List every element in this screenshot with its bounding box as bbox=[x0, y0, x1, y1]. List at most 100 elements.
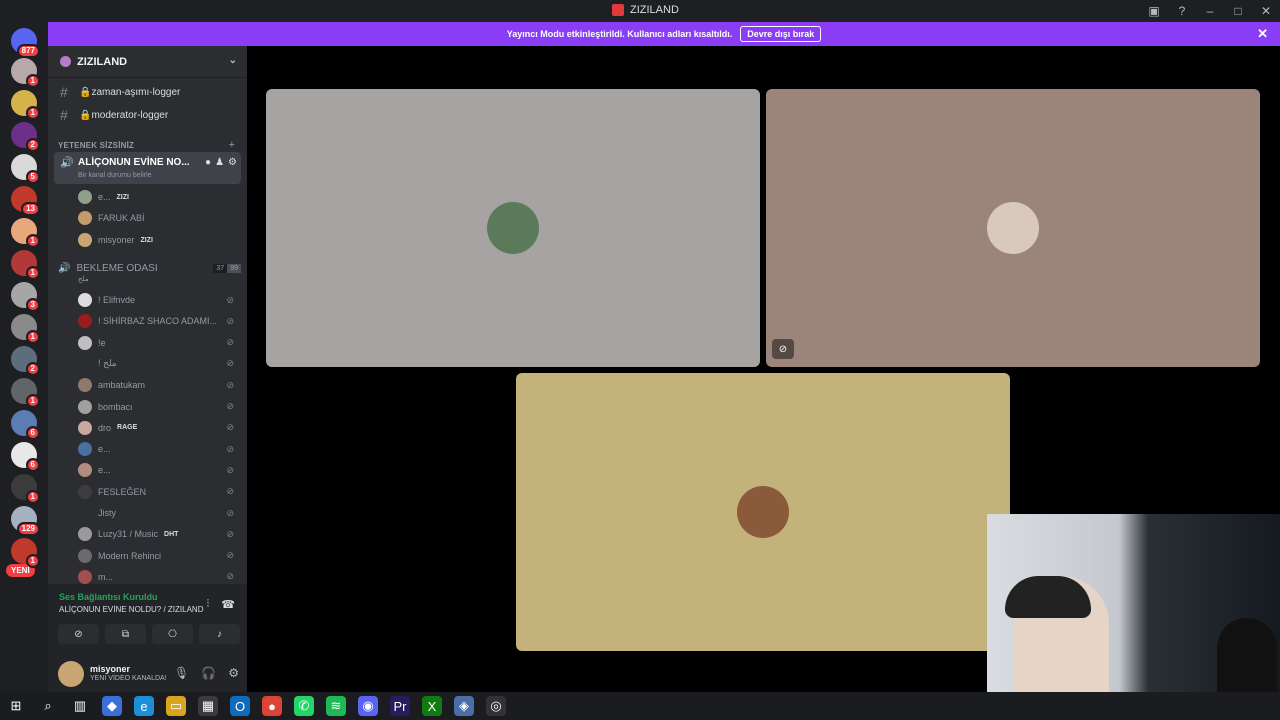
server-icon[interactable]: 1 bbox=[11, 538, 40, 568]
server-icon[interactable]: 1 bbox=[11, 378, 40, 408]
task-view-icon[interactable]: ▥ bbox=[70, 696, 90, 716]
help-icon[interactable]: ? bbox=[1168, 4, 1196, 18]
connected-channel[interactable]: ALİÇONUN EVİNE NOLDU? / ZIZILAND bbox=[59, 605, 203, 614]
server-icon[interactable]: 5 bbox=[11, 154, 40, 184]
server-icon[interactable]: 13 bbox=[11, 186, 40, 216]
voice-member[interactable]: ! Elifnvde ⊘ bbox=[78, 291, 238, 309]
avatar bbox=[487, 202, 539, 254]
whatsapp-icon[interactable]: ✆ bbox=[294, 696, 314, 716]
participant-tile[interactable] bbox=[516, 373, 1010, 651]
app-icon[interactable]: ◈ bbox=[454, 696, 474, 716]
store-icon[interactable]: ▦ bbox=[198, 696, 218, 716]
home-button[interactable]: 877 bbox=[11, 28, 40, 58]
gear-icon[interactable]: ⚙ bbox=[228, 157, 237, 168]
chrome-icon[interactable]: ● bbox=[262, 696, 282, 716]
voice-member[interactable]: Luzy31 / Music DHT ⊘ bbox=[78, 525, 238, 543]
voice-member[interactable]: ambatukam ⊘ bbox=[78, 376, 238, 394]
search-icon[interactable]: ⌕ bbox=[38, 696, 58, 716]
channel-status[interactable]: Bir kanal durumu belirle bbox=[78, 172, 152, 179]
taskbar: ⊞ ⌕ ▥ ◆ e ▭ ▦ O ● ✆ ≋ ◉ Pr X ◈ ◎ bbox=[0, 692, 1280, 720]
server-icon[interactable]: 1 bbox=[11, 474, 40, 504]
disable-streamer-mode-button[interactable]: Devre dışı bırak bbox=[740, 26, 822, 42]
server-icon[interactable]: 2 bbox=[11, 122, 40, 152]
window-title-text: ZIZILAND bbox=[630, 4, 679, 16]
disconnect-icon[interactable]: ☎ bbox=[221, 598, 235, 611]
chat-icon[interactable]: ● bbox=[205, 157, 211, 168]
premiere-icon[interactable]: Pr bbox=[390, 696, 410, 716]
voice-member[interactable]: ! SİHİRBAZ SHACO ADAMI... ⊘ bbox=[78, 312, 238, 330]
voice-member[interactable]: Jisty ⊘ bbox=[78, 504, 238, 522]
edge-icon[interactable]: e bbox=[134, 696, 154, 716]
obs-icon[interactable]: ◎ bbox=[486, 696, 506, 716]
voice-member[interactable]: bombacı ⊘ bbox=[78, 398, 238, 416]
microphone-icon[interactable]: 🎙 bbox=[174, 666, 189, 680]
voice-member[interactable]: e... ⊘ bbox=[78, 461, 238, 479]
file-explorer-icon[interactable]: ▭ bbox=[166, 696, 186, 716]
windows-start-icon[interactable]: ⊞ bbox=[6, 696, 26, 716]
server-icon[interactable]: 1 bbox=[11, 250, 40, 280]
member-tag: RAGE bbox=[117, 424, 138, 432]
voice-member[interactable]: !e ⊘ bbox=[78, 334, 238, 352]
spotify-icon[interactable]: ≋ bbox=[326, 696, 346, 716]
avatar[interactable] bbox=[58, 661, 84, 687]
muted-icon: ⊘ bbox=[226, 379, 234, 390]
server-icon[interactable]: 6 bbox=[11, 410, 40, 440]
add-channel-icon[interactable]: + bbox=[229, 139, 235, 151]
muted-icon: ⊘ bbox=[226, 358, 234, 369]
copilot-icon[interactable]: ◆ bbox=[102, 696, 122, 716]
maximize-button[interactable]: □ bbox=[1224, 4, 1252, 18]
xbox-icon[interactable]: X bbox=[422, 696, 442, 716]
username[interactable]: misyoner bbox=[90, 664, 130, 674]
screen-share-button[interactable]: ⧉ bbox=[105, 624, 146, 644]
soundboard-button[interactable]: ♪ bbox=[199, 624, 240, 644]
close-icon[interactable]: ✕ bbox=[1257, 26, 1268, 42]
server-icon[interactable]: 6 bbox=[11, 442, 40, 472]
server-icon[interactable]: 1 bbox=[11, 90, 40, 120]
category-label[interactable]: YETENEK SİZSİNİZ bbox=[58, 141, 134, 150]
invite-icon[interactable]: ♟ bbox=[215, 157, 224, 168]
avatar bbox=[78, 356, 92, 371]
voice-member[interactable]: dro RAGE ⊘ bbox=[78, 419, 238, 437]
connection-status[interactable]: Ses Bağlantısı Kuruldu bbox=[59, 592, 158, 602]
voice-channel-active[interactable]: 🔊 ALİÇONUN EVİNE NO... Bir kanal durumu … bbox=[54, 152, 241, 184]
voice-member[interactable]: e... ⊘ bbox=[78, 440, 238, 458]
voice-member[interactable]: FARUK ABİ bbox=[78, 209, 238, 227]
outlook-icon[interactable]: O bbox=[230, 696, 250, 716]
camera-off-button[interactable]: ⊘ bbox=[58, 624, 99, 644]
muted-icon: ⊘ bbox=[226, 422, 234, 433]
minimize-button[interactable]: – bbox=[1196, 4, 1224, 18]
noise-suppression-icon[interactable]: ⫶ bbox=[207, 598, 210, 611]
activities-button[interactable]: ⎔ bbox=[152, 624, 193, 644]
server-icon[interactable]: 1 bbox=[11, 58, 40, 88]
voice-channel-waiting-room[interactable]: 🔊 BEKLEME ODASI 37 99 bbox=[58, 260, 241, 276]
voice-channel-name: BEKLEME ODASI bbox=[76, 262, 158, 274]
avatar bbox=[78, 569, 92, 584]
participant-tile[interactable] bbox=[266, 89, 760, 367]
server-icon[interactable]: 129 bbox=[11, 506, 40, 536]
muted-icon: ⊘ bbox=[226, 443, 234, 454]
headphones-icon[interactable]: 🎧 bbox=[201, 666, 216, 680]
chevron-down-icon[interactable]: ⌄ bbox=[229, 55, 237, 66]
member-name: FESLEĞEN bbox=[98, 486, 147, 497]
microphone-muted-icon: ⊘ bbox=[772, 339, 794, 359]
text-channel[interactable]: # 🔒moderator-logger bbox=[56, 105, 241, 125]
screen-share-icon[interactable]: ▣ bbox=[1140, 4, 1168, 18]
server-icon[interactable]: 2 bbox=[11, 346, 40, 376]
gear-icon[interactable]: ⚙ bbox=[228, 666, 239, 680]
voice-member[interactable]: misyoner ZIZI bbox=[78, 231, 238, 249]
voice-member[interactable]: ! ملح ⊘ bbox=[78, 355, 238, 373]
title-bar: ZIZILAND ▣ ? – □ ✕ bbox=[0, 0, 1280, 22]
server-icon[interactable]: 1 bbox=[11, 314, 40, 344]
voice-member[interactable]: FESLEĞEN ⊘ bbox=[78, 483, 238, 501]
text-channel[interactable]: # 🔒zaman-aşımı-logger bbox=[56, 82, 241, 102]
discord-icon[interactable]: ◉ bbox=[358, 696, 378, 716]
server-icon[interactable]: 3 bbox=[11, 282, 40, 312]
voice-member[interactable]: e... ZIZI bbox=[78, 188, 238, 206]
server-header[interactable]: ZIZILAND ⌄ bbox=[48, 46, 247, 78]
voice-member[interactable]: Modern Rehinci ⊘ bbox=[78, 547, 238, 565]
avatar bbox=[78, 527, 92, 542]
server-name: ZIZILAND bbox=[77, 55, 128, 68]
participant-tile[interactable]: ⊘ bbox=[766, 89, 1260, 367]
close-window-button[interactable]: ✕ bbox=[1252, 4, 1280, 18]
server-icon[interactable]: 1 bbox=[11, 218, 40, 248]
